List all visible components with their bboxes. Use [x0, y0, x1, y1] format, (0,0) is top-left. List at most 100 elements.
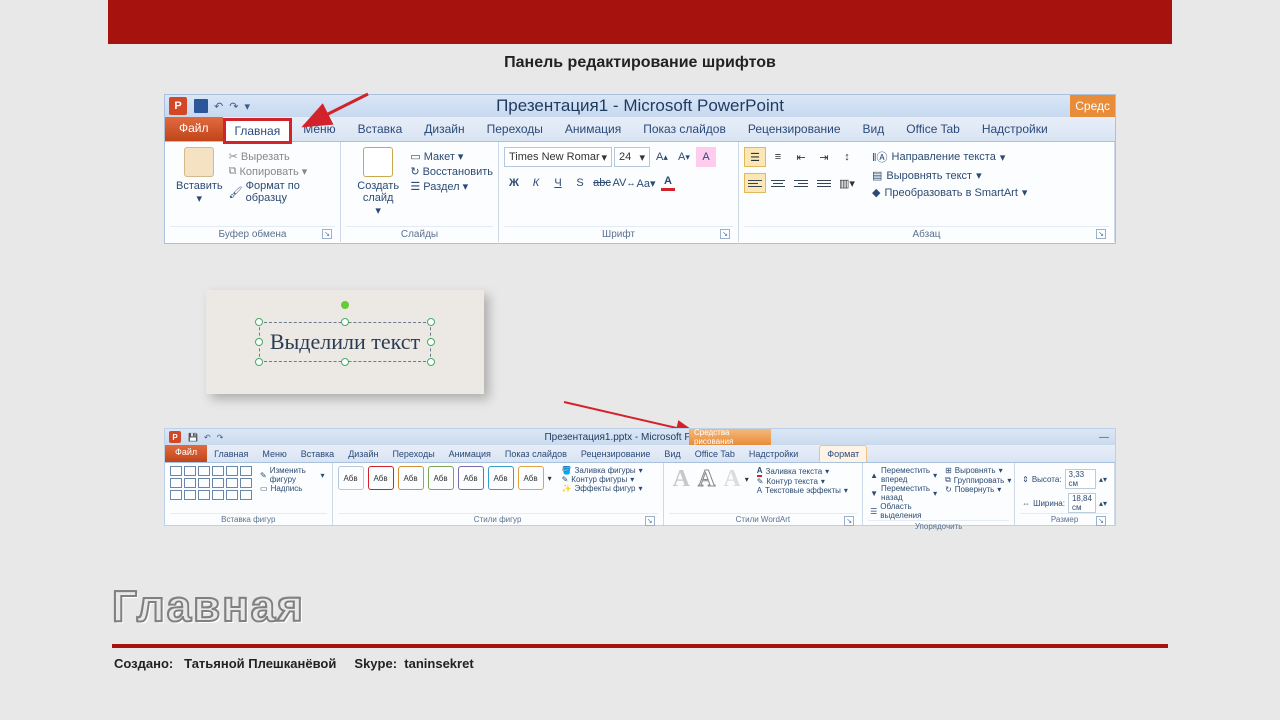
dialog-launcher-icon[interactable]: ↘	[844, 516, 854, 526]
shape-style[interactable]: Абв	[398, 466, 424, 490]
tab-animation[interactable]: Анимация	[554, 117, 632, 141]
shape-effects-button[interactable]: ✨ Эффекты фигур ▾	[560, 484, 645, 493]
dialog-launcher-icon[interactable]: ↘	[322, 229, 332, 239]
dialog-launcher-icon[interactable]: ↘	[1096, 516, 1106, 526]
tab-design[interactable]: Дизайн	[413, 117, 475, 141]
save-icon[interactable]	[194, 99, 208, 113]
shadow-button[interactable]: S	[570, 173, 590, 193]
tab-review[interactable]: Рецензирование	[574, 445, 658, 462]
justify-button[interactable]	[813, 173, 835, 193]
wordart-style[interactable]: A	[723, 466, 740, 493]
redo-icon[interactable]: ↷	[214, 433, 227, 442]
gallery-more-icon[interactable]: ▾	[745, 475, 749, 484]
tab-review[interactable]: Рецензирование	[737, 117, 852, 141]
tab-view[interactable]: Вид	[852, 117, 896, 141]
width-field[interactable]: ⇔ Ширина: 18,84 см ▴▾	[1020, 493, 1109, 513]
save-icon[interactable]: 💾	[185, 433, 201, 442]
dialog-launcher-icon[interactable]: ↘	[720, 229, 730, 239]
tab-design[interactable]: Дизайн	[341, 445, 385, 462]
rotate-handle-icon[interactable]	[341, 301, 349, 309]
undo-icon[interactable]: ↶	[211, 100, 226, 113]
resize-handle[interactable]	[427, 318, 435, 326]
reset-button[interactable]: ↻ Восстановить	[410, 164, 493, 179]
font-size-dropdown[interactable]: 24▾	[614, 147, 650, 167]
tab-insert[interactable]: Вставка	[347, 117, 414, 141]
text-effects-button[interactable]: A Текстовые эффекты ▾	[755, 486, 850, 495]
tab-transitions[interactable]: Переходы	[476, 117, 554, 141]
smartart-button[interactable]: ◆ Преобразовать в SmartArt ▾	[872, 184, 1027, 201]
tab-insert[interactable]: Вставка	[294, 445, 341, 462]
shape-style[interactable]: Абв	[428, 466, 454, 490]
bullets-button[interactable]: ☰	[744, 147, 766, 167]
tab-menu[interactable]: Меню	[255, 445, 293, 462]
text-box[interactable]: Выделили текст	[259, 322, 431, 362]
tab-file[interactable]: Файл	[165, 117, 223, 141]
increase-indent-button[interactable]: ⇥	[813, 147, 835, 167]
clear-format-button[interactable]: A	[696, 147, 716, 167]
underline-button[interactable]: Ч	[548, 173, 568, 193]
align-right-button[interactable]	[790, 173, 812, 193]
resize-handle[interactable]	[255, 318, 263, 326]
shape-style[interactable]: Абв	[458, 466, 484, 490]
shape-style[interactable]: Абв	[338, 466, 364, 490]
align-button[interactable]: ⊞ Выровнять ▾	[943, 466, 1013, 475]
format-painter-button[interactable]: 🖌 Формат по образцу	[229, 179, 335, 205]
tab-transitions[interactable]: Переходы	[385, 445, 441, 462]
send-backward-button[interactable]: ▼ Переместить назад ▾	[868, 484, 939, 502]
grow-font-button[interactable]: A▴	[652, 147, 672, 167]
paste-button[interactable]: Вставить ▾	[170, 145, 229, 207]
resize-handle[interactable]	[341, 358, 349, 366]
text-outline-button[interactable]: ✎ Контур текста ▾	[755, 477, 850, 486]
shape-style[interactable]: Абв	[518, 466, 544, 490]
dialog-launcher-icon[interactable]: ↘	[645, 516, 655, 526]
resize-handle[interactable]	[427, 358, 435, 366]
tab-format[interactable]: Формат	[819, 445, 867, 462]
align-left-button[interactable]	[744, 173, 766, 193]
spacing-button[interactable]: AV↔	[614, 173, 634, 193]
selection-pane-button[interactable]: ☰ Область выделения	[868, 502, 939, 520]
cut-button[interactable]: ✂ Вырезать	[229, 149, 335, 164]
tab-home[interactable]: Главная	[207, 445, 255, 462]
change-case-button[interactable]: Aa▾	[636, 173, 656, 193]
gallery-more-icon[interactable]: ▾	[548, 474, 552, 483]
shape-fill-button[interactable]: 🪣 Заливка фигуры ▾	[560, 466, 645, 475]
resize-handle[interactable]	[427, 338, 435, 346]
shape-style[interactable]: Абв	[368, 466, 394, 490]
rotate-button[interactable]: ↻ Повернуть ▾	[943, 485, 1013, 494]
shape-style[interactable]: Абв	[488, 466, 514, 490]
tab-animation[interactable]: Анимация	[442, 445, 498, 462]
undo-icon[interactable]: ↶	[201, 433, 214, 442]
tab-file[interactable]: Файл	[165, 445, 207, 462]
section-button[interactable]: ☰ Раздел ▾	[410, 179, 493, 194]
layout-button[interactable]: ▭ Макет ▾	[410, 149, 493, 164]
height-field[interactable]: ⇕ Высота: 3,33 см ▴▾	[1020, 469, 1109, 489]
tab-home[interactable]: Главная	[223, 118, 293, 142]
shape-outline-button[interactable]: ✎ Контур фигуры ▾	[560, 475, 645, 484]
edit-shape-button[interactable]: ✎ Изменить фигуру ▾	[258, 466, 327, 484]
new-slide-button[interactable]: Создать слайд ▾	[346, 145, 410, 219]
numbering-button[interactable]: ≡	[767, 147, 789, 167]
align-text-button[interactable]: ▤ Выровнять текст ▾	[872, 167, 1027, 184]
tab-view[interactable]: Вид	[657, 445, 687, 462]
align-center-button[interactable]	[767, 173, 789, 193]
shape-gallery[interactable]	[170, 466, 252, 500]
tab-slideshow[interactable]: Показ слайдов	[498, 445, 574, 462]
wordart-style[interactable]: A	[698, 466, 715, 493]
dialog-launcher-icon[interactable]: ↘	[1096, 229, 1106, 239]
line-spacing-button[interactable]: ↕	[836, 147, 858, 167]
font-color-button[interactable]: A	[658, 173, 678, 193]
tab-addins[interactable]: Надстройки	[971, 117, 1059, 141]
redo-icon[interactable]: ↷	[226, 100, 241, 113]
text-fill-button[interactable]: A Заливка текста ▾	[755, 466, 850, 477]
columns-button[interactable]: ▥▾	[836, 173, 858, 193]
resize-handle[interactable]	[255, 338, 263, 346]
tab-office-tab[interactable]: Office Tab	[895, 117, 971, 141]
wordart-style[interactable]: A	[673, 466, 690, 493]
group-button[interactable]: ⧉ Группировать ▾	[943, 475, 1013, 485]
tab-office-tab[interactable]: Office Tab	[688, 445, 742, 462]
shrink-font-button[interactable]: A▾	[674, 147, 694, 167]
tab-addins[interactable]: Надстройки	[742, 445, 805, 462]
resize-handle[interactable]	[341, 318, 349, 326]
resize-handle[interactable]	[255, 358, 263, 366]
copy-button[interactable]: ⧉ Копировать ▾	[229, 164, 335, 179]
